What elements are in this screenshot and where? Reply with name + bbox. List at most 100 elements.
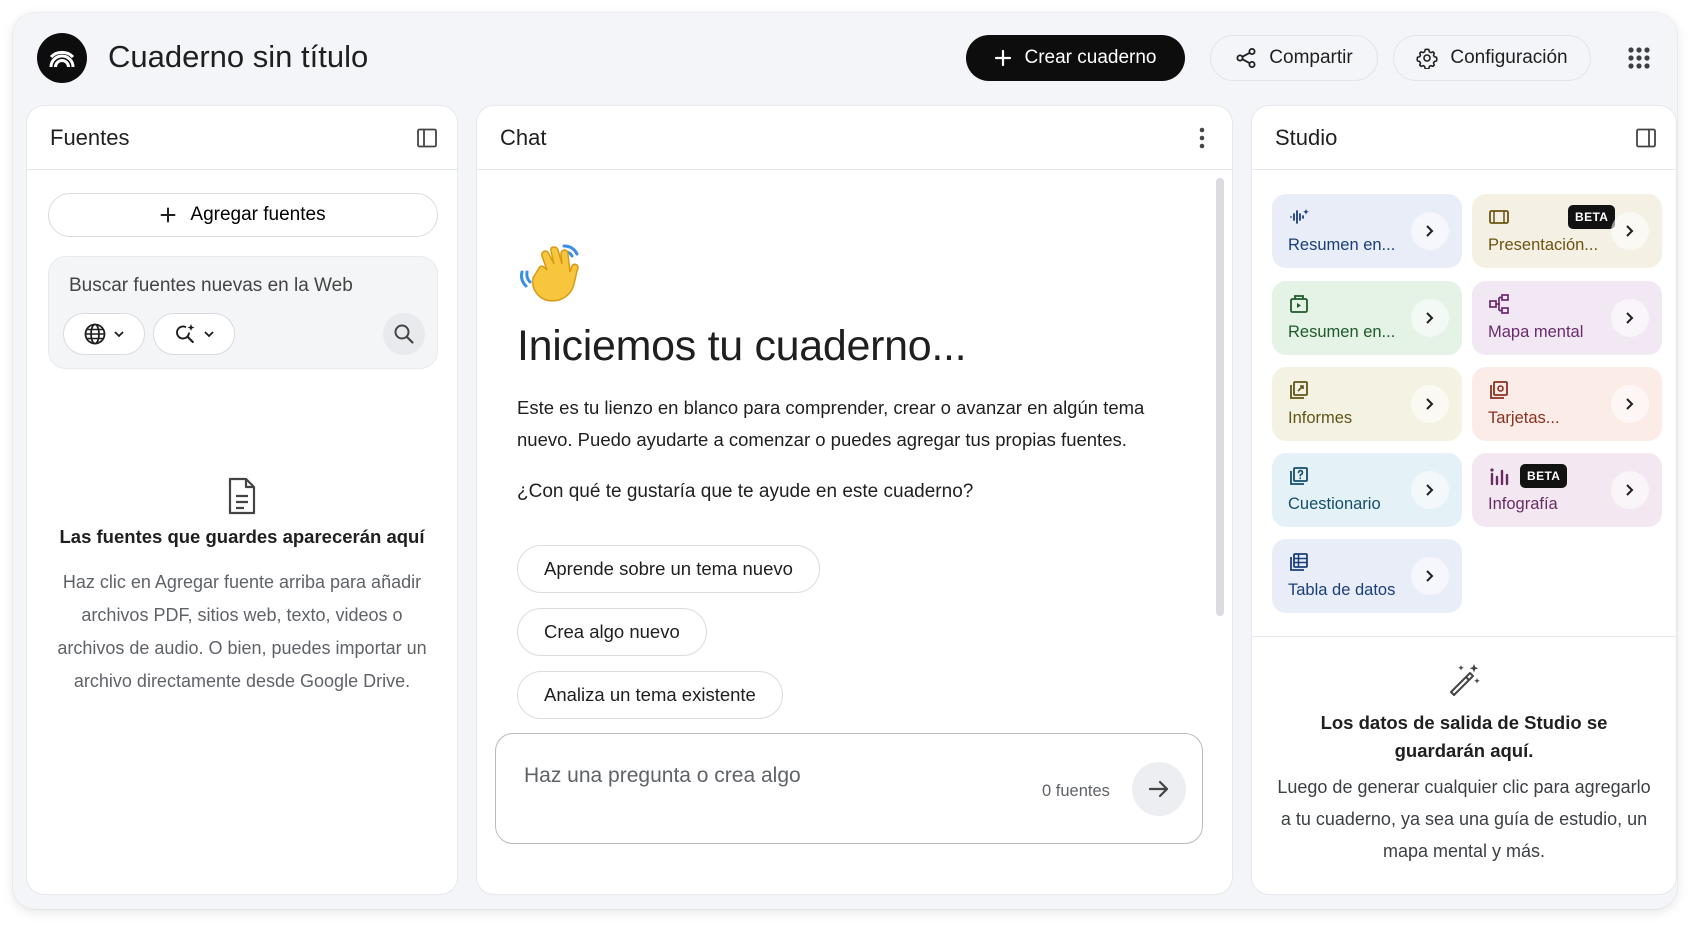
share-button[interactable]: Compartir [1210, 35, 1378, 81]
magic-wand-icon [1252, 661, 1676, 697]
studio-divider [1252, 636, 1676, 637]
chevron-right-icon[interactable] [1411, 471, 1449, 509]
chevron-right-icon[interactable] [1611, 385, 1649, 423]
sources-empty-state: Las fuentes que guardes aparecerán aquí … [27, 476, 457, 698]
tile-presentation[interactable]: BETA Presentación... [1472, 194, 1662, 268]
tile-video-overview[interactable]: Resumen en... [1272, 281, 1462, 355]
chevron-right-icon[interactable] [1611, 212, 1649, 250]
document-icon [27, 476, 457, 516]
tile-label: Resumen en... [1288, 236, 1396, 254]
chevron-right-icon[interactable] [1411, 557, 1449, 595]
video-icon [1290, 295, 1308, 313]
add-sources-label: Agregar fuentes [190, 204, 326, 225]
chat-body: Iniciemos tu cuaderno... Este es tu lien… [477, 170, 1232, 894]
chat-welcome-description: Este es tu lienzo en blanco para compren… [517, 397, 1145, 450]
plus-icon [160, 207, 176, 223]
chat-prompt-question: ¿Con qué te gustaría que te ayude en est… [517, 481, 974, 502]
quiz-icon [1290, 467, 1308, 485]
tile-label: Mapa mental [1488, 323, 1584, 341]
studio-empty-description: Luego de generar cualquier clic para agr… [1277, 777, 1651, 861]
search-submit-button[interactable] [383, 313, 425, 355]
studio-empty-title: Los datos de salida de Studio se guardar… [1320, 712, 1608, 761]
chat-panel: Chat Iniciemos tu cuaderno... Este es tu… [476, 105, 1233, 895]
search-icon [394, 324, 414, 344]
collapse-panel-icon[interactable] [1634, 126, 1658, 150]
tile-quiz[interactable]: Cuestionario [1272, 453, 1462, 527]
plus-icon [995, 49, 1012, 67]
web-source-dropdown[interactable] [63, 313, 145, 355]
create-notebook-button[interactable]: Crear cuaderno [966, 35, 1185, 81]
suggestion-learn-topic[interactable]: Aprende sobre un tema nuevo [517, 545, 820, 593]
gear-icon [1416, 48, 1438, 69]
chevron-right-icon[interactable] [1611, 471, 1649, 509]
share-icon [1236, 48, 1256, 68]
tile-label: Tarjetas... [1488, 409, 1560, 427]
settings-label: Configuración [1450, 47, 1568, 68]
chat-scrollbar[interactable] [1216, 178, 1224, 616]
notebook-title[interactable]: Cuaderno sin título [108, 39, 368, 75]
beta-badge: BETA [1568, 205, 1616, 229]
tile-infographic[interactable]: BETA Infografía [1472, 453, 1662, 527]
studio-empty-state: Los datos de salida de Studio se guardar… [1252, 661, 1676, 867]
tile-label: Presentación... [1488, 236, 1599, 254]
chevron-right-icon[interactable] [1611, 299, 1649, 337]
add-sources-button[interactable]: Agregar fuentes [48, 193, 438, 237]
chevron-down-icon [114, 331, 124, 338]
beta-badge: BETA [1520, 464, 1568, 488]
chat-welcome-heading: Iniciemos tu cuaderno... [517, 322, 967, 370]
sources-title: Fuentes [50, 124, 130, 150]
web-search-input[interactable] [69, 275, 399, 297]
tile-label: Tabla de datos [1288, 581, 1396, 599]
tile-mind-map[interactable]: Mapa mental [1472, 281, 1662, 355]
app-window: Cuaderno sin título Crear cuaderno Compa… [13, 13, 1677, 909]
sources-empty-title: Las fuentes que guardes aparecerán aquí [59, 526, 425, 547]
more-options-icon[interactable] [1190, 126, 1214, 150]
research-mode-dropdown[interactable] [153, 313, 235, 355]
tile-audio-overview[interactable]: Resumen en... [1272, 194, 1462, 268]
chat-composer: 0 fuentes [495, 733, 1203, 844]
tile-flashcards[interactable]: Tarjetas... [1472, 367, 1662, 441]
report-icon [1290, 381, 1308, 399]
slides-icon [1489, 210, 1509, 224]
suggestion-analyze-topic[interactable]: Analiza un tema existente [517, 671, 783, 719]
chevron-right-icon[interactable] [1411, 299, 1449, 337]
waving-hand-icon [517, 238, 587, 313]
source-count: 0 fuentes [1042, 782, 1110, 800]
arrow-right-icon [1148, 780, 1169, 798]
tile-data-table[interactable]: Tabla de datos [1272, 539, 1462, 613]
table-icon [1290, 553, 1308, 571]
chat-title: Chat [500, 124, 547, 150]
send-button[interactable] [1132, 762, 1186, 816]
sources-header: Fuentes [27, 106, 457, 170]
tile-reports[interactable]: Informes [1272, 367, 1462, 441]
studio-title: Studio [1275, 124, 1338, 150]
chat-header: Chat [477, 106, 1232, 170]
tile-label: Informes [1288, 409, 1353, 427]
audio-wave-icon [1290, 209, 1309, 224]
collapse-panel-icon[interactable] [415, 126, 439, 150]
chevron-right-icon[interactable] [1411, 385, 1449, 423]
infographic-icon [1490, 468, 1509, 486]
tile-label: Cuestionario [1288, 495, 1381, 513]
studio-panel: Studio Resumen en... BETA Presentación..… [1251, 105, 1677, 895]
share-label: Compartir [1269, 47, 1353, 68]
tile-label: Resumen en... [1288, 323, 1396, 341]
chevron-down-icon [204, 331, 214, 338]
notebook-logo-icon[interactable] [37, 33, 87, 83]
sources-panel: Fuentes Agregar fuentes Buscar fuentes n… [26, 105, 458, 895]
create-notebook-label: Crear cuaderno [1024, 47, 1157, 68]
flashcards-icon [1490, 381, 1508, 399]
settings-button[interactable]: Configuración [1393, 35, 1591, 81]
search-sparkle-icon [176, 324, 195, 344]
chat-input[interactable] [524, 764, 1004, 788]
top-bar: Cuaderno sin título Crear cuaderno Compa… [13, 13, 1677, 103]
apps-grid-icon[interactable] [1624, 43, 1654, 73]
mind-map-icon [1489, 294, 1509, 314]
chevron-right-icon[interactable] [1411, 212, 1449, 250]
studio-header: Studio [1252, 106, 1676, 170]
tile-label: Infografía [1488, 495, 1558, 513]
suggestion-create-new[interactable]: Crea algo nuevo [517, 608, 707, 656]
globe-icon [84, 323, 106, 345]
sources-empty-description: Haz clic en Agregar fuente arriba para a… [57, 572, 427, 691]
web-search-box [48, 256, 438, 369]
